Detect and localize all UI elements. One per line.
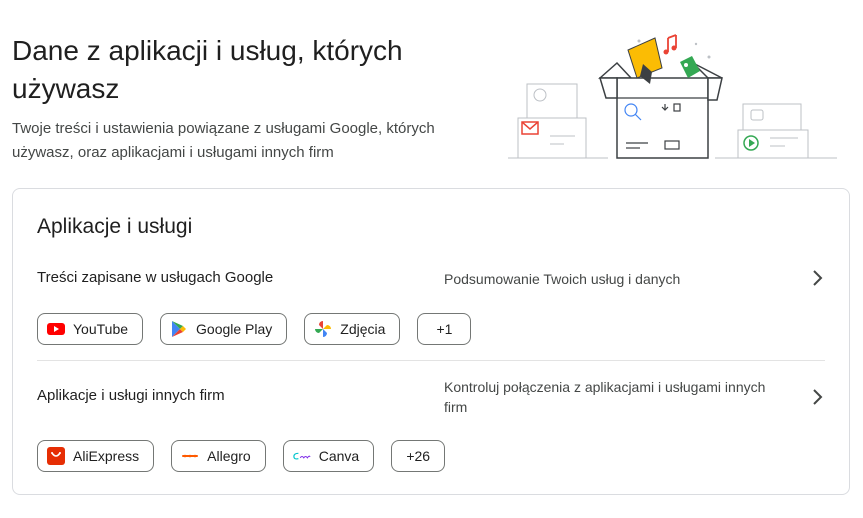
chip-label: Allegro: [207, 448, 251, 464]
chip-label: Canva: [318, 448, 360, 464]
chip-google-play[interactable]: Google Play: [160, 313, 288, 345]
apps-box-illustration: [508, 34, 837, 159]
chip-aliexpress[interactable]: AliExpress: [37, 440, 155, 472]
youtube-icon: [47, 320, 65, 338]
chevron-right-icon[interactable]: [805, 266, 829, 290]
chip-label: Google Play: [196, 321, 273, 337]
chip-canva[interactable]: Canva: [282, 440, 375, 472]
aliexpress-icon: [47, 447, 65, 465]
chip-allegro[interactable]: Allegro: [171, 440, 266, 472]
section-divider: [37, 360, 825, 361]
chip-more[interactable]: +1: [417, 313, 472, 345]
section-description: Kontroluj połączenia z aplikacjami i usł…: [444, 379, 766, 415]
page-subtitle: Twoje treści i ustawienia powiązane z us…: [12, 120, 435, 161]
section-label: Treści zapisane w usługach Google: [37, 269, 274, 286]
apps-services-card: Aplikacje i usługi Treści zapisane w usł…: [12, 188, 850, 495]
section-label: Aplikacje i usługi innych firm: [37, 387, 225, 404]
google-services-chips: YouTube Google Play Zdjęcia +1: [37, 313, 472, 345]
third-party-chips: AliExpress Allegro Canva +26: [37, 440, 446, 472]
card-title: Aplikacje i usługi: [37, 215, 193, 238]
chip-youtube[interactable]: YouTube: [37, 313, 144, 345]
section-description: Podsumowanie Twoich usług i danych: [444, 271, 681, 287]
chip-more[interactable]: +26: [391, 440, 446, 472]
chip-label: YouTube: [73, 321, 129, 337]
page-title: Dane z aplikacji i usług, których używas…: [12, 35, 403, 104]
google-photos-icon: [314, 320, 332, 338]
google-play-icon: [170, 320, 188, 338]
allegro-icon: [181, 447, 199, 465]
chip-photos[interactable]: Zdjęcia: [304, 313, 401, 345]
chip-label: Zdjęcia: [340, 321, 386, 337]
chip-label: AliExpress: [73, 448, 140, 464]
canva-icon: [293, 447, 311, 465]
chevron-right-icon[interactable]: [805, 385, 829, 409]
